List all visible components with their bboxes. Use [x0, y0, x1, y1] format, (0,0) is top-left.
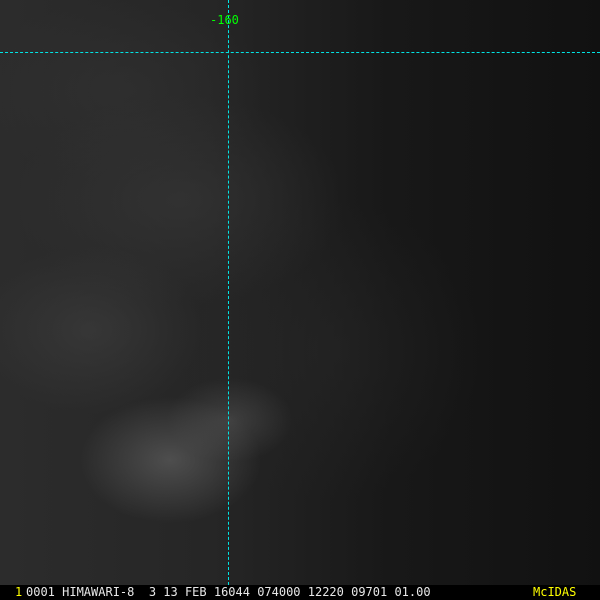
frame-number: 1 — [15, 585, 23, 599]
satellite-imagery — [0, 0, 600, 585]
longitude-grid-line — [228, 0, 229, 585]
latitude-grid-line — [0, 52, 600, 53]
longitude-label: -160 — [210, 13, 239, 27]
status-bar: 1 0001 HIMAWARI-8 3 13 FEB 16044 074000 1… — [0, 585, 600, 600]
image-info: 0001 HIMAWARI-8 3 13 FEB 16044 074000 12… — [26, 585, 431, 599]
satellite-image-viewer: -160 1 0001 HIMAWARI-8 3 13 FEB 16044 074… — [0, 0, 600, 600]
mcidas-logo: McIDAS — [533, 585, 577, 599]
